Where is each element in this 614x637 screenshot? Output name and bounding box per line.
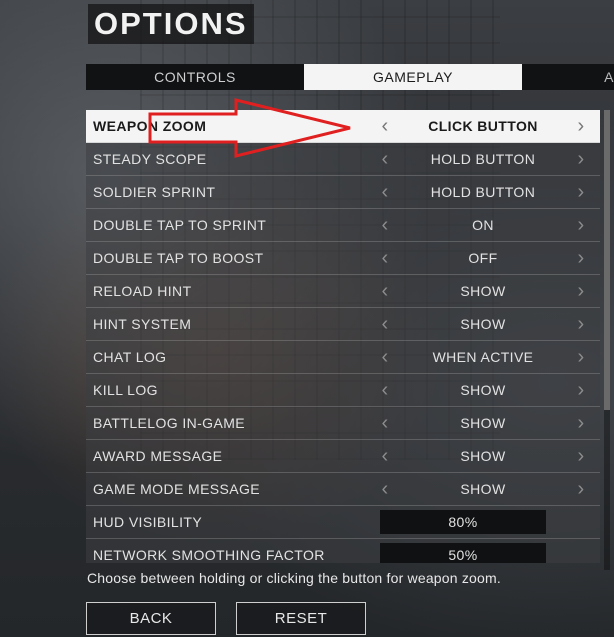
chevron-left-icon[interactable]: ‹ (378, 440, 392, 473)
tab-controls[interactable]: CONTROLS (86, 64, 304, 90)
setting-value: SHOW (460, 415, 506, 431)
chevron-right-icon[interactable]: › (574, 275, 588, 308)
setting-row-network-smoothing[interactable]: NETWORK SMOOTHING FACTOR 50% (86, 539, 600, 563)
slider-value: 80% (448, 514, 478, 530)
settings-list: WEAPON ZOOM ‹ CLICK BUTTON › STEADY SCOP… (86, 110, 600, 565)
hud-visibility-slider[interactable]: 80% (380, 510, 546, 534)
setting-row-hud-visibility[interactable]: HUD VISIBILITY 80% (86, 506, 600, 539)
setting-value: SHOW (460, 283, 506, 299)
setting-label: AWARD MESSAGE (93, 448, 223, 464)
setting-row-double-tap-boost[interactable]: DOUBLE TAP TO BOOST ‹ OFF › (86, 242, 600, 275)
chevron-right-icon[interactable]: › (574, 110, 588, 143)
setting-label: DOUBLE TAP TO SPRINT (93, 217, 267, 233)
chevron-left-icon[interactable]: ‹ (378, 308, 392, 341)
chevron-left-icon[interactable]: ‹ (378, 473, 392, 506)
chevron-left-icon[interactable]: ‹ (378, 275, 392, 308)
setting-value: CLICK BUTTON (428, 118, 538, 134)
setting-label: BATTLELOG IN-GAME (93, 415, 246, 431)
setting-label: HINT SYSTEM (93, 316, 192, 332)
setting-row-kill-log[interactable]: KILL LOG ‹ SHOW › (86, 374, 600, 407)
chevron-left-icon[interactable]: ‹ (378, 176, 392, 209)
chevron-left-icon[interactable]: ‹ (378, 242, 392, 275)
chevron-right-icon[interactable]: › (574, 242, 588, 275)
setting-label: RELOAD HINT (93, 283, 192, 299)
setting-label: WEAPON ZOOM (93, 118, 207, 134)
setting-label: HUD VISIBILITY (93, 514, 203, 530)
scrollbar[interactable] (604, 110, 610, 570)
setting-value: SHOW (460, 316, 506, 332)
reset-button[interactable]: RESET (236, 602, 366, 635)
chevron-right-icon[interactable]: › (574, 473, 588, 506)
setting-value: SHOW (460, 382, 506, 398)
setting-row-battlelog-in-game[interactable]: BATTLELOG IN-GAME ‹ SHOW › (86, 407, 600, 440)
chevron-right-icon[interactable]: › (574, 308, 588, 341)
chevron-right-icon[interactable]: › (574, 143, 588, 176)
setting-row-chat-log[interactable]: CHAT LOG ‹ WHEN ACTIVE › (86, 341, 600, 374)
setting-label: STEADY SCOPE (93, 151, 207, 167)
setting-label: CHAT LOG (93, 349, 167, 365)
setting-row-award-message[interactable]: AWARD MESSAGE ‹ SHOW › (86, 440, 600, 473)
setting-description: Choose between holding or clicking the b… (87, 570, 501, 586)
tab-next[interactable]: A (522, 64, 614, 90)
chevron-right-icon[interactable]: › (574, 440, 588, 473)
slider-value: 50% (448, 547, 478, 563)
page-title: OPTIONS (88, 4, 254, 44)
setting-row-hint-system[interactable]: HINT SYSTEM ‹ SHOW › (86, 308, 600, 341)
setting-value: SHOW (460, 448, 506, 464)
network-smoothing-slider[interactable]: 50% (380, 543, 546, 563)
setting-row-reload-hint[interactable]: RELOAD HINT ‹ SHOW › (86, 275, 600, 308)
setting-row-steady-scope[interactable]: STEADY SCOPE ‹ HOLD BUTTON › (86, 143, 600, 176)
setting-row-weapon-zoom[interactable]: WEAPON ZOOM ‹ CLICK BUTTON › (86, 110, 600, 143)
chevron-right-icon[interactable]: › (574, 374, 588, 407)
back-button[interactable]: BACK (86, 602, 216, 635)
setting-label: KILL LOG (93, 382, 158, 398)
setting-label: SOLDIER SPRINT (93, 184, 216, 200)
chevron-right-icon[interactable]: › (574, 209, 588, 242)
chevron-left-icon[interactable]: ‹ (378, 341, 392, 374)
setting-value: HOLD BUTTON (430, 184, 536, 200)
chevron-left-icon[interactable]: ‹ (378, 110, 392, 143)
setting-row-double-tap-sprint[interactable]: DOUBLE TAP TO SPRINT ‹ ON › (86, 209, 600, 242)
setting-label: NETWORK SMOOTHING FACTOR (93, 547, 325, 563)
setting-label: GAME MODE MESSAGE (93, 481, 261, 497)
chevron-right-icon[interactable]: › (574, 341, 588, 374)
chevron-left-icon[interactable]: ‹ (378, 374, 392, 407)
tab-gameplay[interactable]: GAMEPLAY (304, 64, 522, 90)
chevron-left-icon[interactable]: ‹ (378, 407, 392, 440)
setting-value: OFF (468, 250, 498, 266)
setting-row-game-mode-message[interactable]: GAME MODE MESSAGE ‹ SHOW › (86, 473, 600, 506)
setting-label: DOUBLE TAP TO BOOST (93, 250, 264, 266)
setting-row-soldier-sprint[interactable]: SOLDIER SPRINT ‹ HOLD BUTTON › (86, 176, 600, 209)
setting-value: ON (472, 217, 494, 233)
chevron-left-icon[interactable]: ‹ (378, 209, 392, 242)
setting-value: WHEN ACTIVE (432, 349, 534, 365)
chevron-right-icon[interactable]: › (574, 407, 588, 440)
setting-value: SHOW (460, 481, 506, 497)
tab-bar: CONTROLS GAMEPLAY A (86, 64, 614, 90)
chevron-left-icon[interactable]: ‹ (378, 143, 392, 176)
setting-value: HOLD BUTTON (430, 151, 536, 167)
chevron-right-icon[interactable]: › (574, 176, 588, 209)
scrollbar-thumb[interactable] (604, 110, 610, 410)
